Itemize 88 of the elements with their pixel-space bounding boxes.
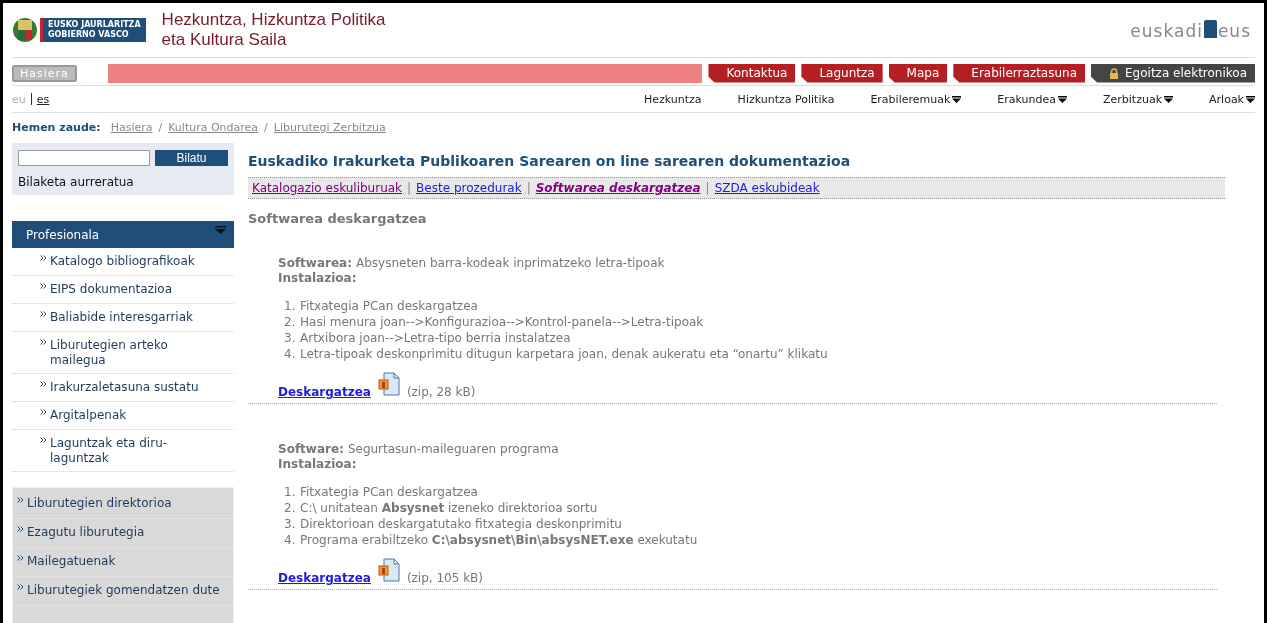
- download-link[interactable]: Deskargatzea: [278, 385, 371, 399]
- install-step: Hasi menura joan-->Konfigurazioa-->Kontrol-panela-->Letra-tipoak: [300, 315, 704, 329]
- top-link[interactable]: Mapa: [888, 63, 948, 83]
- breadcrumb-separator: /: [158, 120, 163, 134]
- search-field[interactable]: [18, 150, 150, 166]
- sidebar-link[interactable]: Baliabide interesgarriak: [50, 310, 210, 325]
- software-name: Segurtasun-maileguaren programa: [347, 442, 559, 456]
- install-label: Instalazioa:: [278, 271, 357, 285]
- breadcrumb-link[interactable]: Hasiera: [110, 120, 153, 134]
- download-link[interactable]: Deskargatzea: [278, 571, 371, 585]
- install-step: Direktorioan deskargatutako fitxategia deskonprimitu: [300, 517, 622, 531]
- logo-text: GOBIERNO VASCO: [48, 30, 130, 40]
- section-header[interactable]: Profesionala: [12, 221, 234, 248]
- install-step: Fitxategia PCan deskargatzea: [300, 485, 478, 499]
- breadcrumb-label: Hemen zaude:: [12, 120, 101, 134]
- advanced-search-link[interactable]: Bilaketa aurreratua: [18, 175, 228, 189]
- zip-file-icon[interactable]: [377, 372, 400, 396]
- sidebar-link[interactable]: Liburutegiek gomendatzen dute: [27, 583, 220, 598]
- software-label: Softwarea:: [278, 256, 352, 270]
- nav-menu-item[interactable]: Arloak: [1209, 92, 1255, 106]
- tab-link[interactable]: Beste prozedurak: [416, 181, 522, 195]
- tab-separator: |: [407, 181, 412, 195]
- chevron-icon: [40, 339, 47, 345]
- sidebar-link[interactable]: Irakurzaletasuna sustatu: [50, 380, 210, 395]
- chevron-icon: [40, 381, 47, 387]
- step-number: 3.: [284, 330, 297, 346]
- chevron-icon: [40, 255, 47, 261]
- chevron-icon: [40, 283, 47, 289]
- breadcrumb-separator: /: [264, 120, 268, 134]
- page-title: Euskadiko Irakurketa Publikoaren Sarearen on line sarearen dokumentazioa: [248, 153, 852, 169]
- zip-file-icon[interactable]: [377, 558, 400, 582]
- file-info: (zip, 28 kB): [406, 385, 476, 399]
- sidebar-link[interactable]: Liburutegien direktorioa: [27, 496, 172, 511]
- breadcrumb-link[interactable]: Liburutegi Zerbitzua: [273, 120, 386, 134]
- software-label: Software:: [278, 442, 344, 456]
- tab-link[interactable]: Softwarea deskargatzea: [535, 181, 701, 195]
- sidebar-link[interactable]: Mailegatuenak: [27, 554, 116, 569]
- chevron-icon: [17, 497, 24, 503]
- top-link[interactable]: Egoitza elektronikoa: [1091, 63, 1255, 83]
- sidebar-link[interactable]: Ezagutu liburutegia: [27, 525, 145, 540]
- nav-menu-item[interactable]: Hizkuntza Politika: [737, 92, 835, 106]
- install-step: Artxibora joan-->Letra-tipo berria instalatzea: [300, 331, 571, 345]
- sidebar-link[interactable]: EIPS dokumentazioa: [50, 282, 210, 297]
- nav-menu-item[interactable]: Hezkuntza: [644, 92, 702, 106]
- sidebar-link[interactable]: Liburutegien arteko mailegua: [50, 338, 210, 368]
- search-button[interactable]: Bilatu: [155, 150, 228, 166]
- section-title: Softwarea deskargatzea: [248, 211, 428, 226]
- install-step: Letra-tipoak deskonprimitu ditugun karpetara joan, denak aukeratu eta “onartu” klikatu: [300, 347, 828, 361]
- top-link[interactable]: Laguntza: [801, 63, 883, 83]
- sidebar-link[interactable]: Argitalpenak: [50, 408, 210, 423]
- step-number: 3.: [284, 516, 297, 532]
- chevron-icon: [40, 437, 47, 443]
- step-number: 2.: [284, 314, 297, 330]
- nav-menu-item[interactable]: Erabileremuak: [870, 92, 962, 106]
- chevron-icon: [17, 526, 24, 532]
- tab-link[interactable]: SZDA eskubideak: [714, 181, 820, 195]
- install-step: Fitxategia PCan deskargatzea: [300, 299, 478, 313]
- step-number: 1.: [284, 484, 297, 500]
- step-number: 2.: [284, 500, 297, 516]
- department-title: Hezkuntza, Hizkuntza Politika: [161, 10, 386, 30]
- sidebar-link[interactable]: Laguntzak eta diru-laguntzak: [50, 436, 210, 466]
- top-link[interactable]: Erabilerraztasuna: [953, 63, 1086, 83]
- install-step: Programa erabiltzeko C:\absysnet\Bin\absysNET.exe exekutatu: [300, 533, 698, 547]
- language-link[interactable]: es: [36, 92, 50, 106]
- sidebar-link[interactable]: Katalogo bibliografikoak: [50, 254, 210, 269]
- logo-text: EUSKO JAURLARITZA: [48, 20, 141, 30]
- lock-icon: [1109, 67, 1120, 79]
- step-number: 4.: [284, 346, 297, 362]
- caret-icon: [215, 226, 226, 234]
- chevron-icon: [40, 409, 47, 415]
- step-number: 4.: [284, 532, 297, 548]
- breadcrumb-link[interactable]: Kultura Ondarea: [168, 120, 259, 134]
- nav-menu-item[interactable]: Zerbitzuak: [1103, 92, 1174, 106]
- chevron-icon: [40, 311, 47, 317]
- nav-menu-item[interactable]: Erakundea: [997, 92, 1067, 106]
- software-name: Absysneten barra-kodeak inprimatzeko letra-tipoak: [356, 256, 665, 270]
- step-number: 1.: [284, 298, 297, 314]
- tab-separator: |: [705, 181, 710, 195]
- portal-logo[interactable]: euskadi eus: [1130, 19, 1251, 41]
- top-link[interactable]: Kontaktua: [708, 63, 796, 83]
- tab-separator: |: [526, 181, 531, 195]
- file-info: (zip, 105 kB): [406, 571, 484, 585]
- department-title: eta Kultura Saila: [161, 30, 288, 50]
- install-label: Instalazioa:: [278, 457, 357, 471]
- tab-link[interactable]: Katalogazio eskuliburuak: [252, 181, 403, 195]
- install-step: C:\ unitatean Absysnet izeneko direktorioa sortu: [300, 501, 598, 515]
- chevron-icon: [17, 555, 24, 561]
- chevron-icon: [17, 584, 24, 590]
